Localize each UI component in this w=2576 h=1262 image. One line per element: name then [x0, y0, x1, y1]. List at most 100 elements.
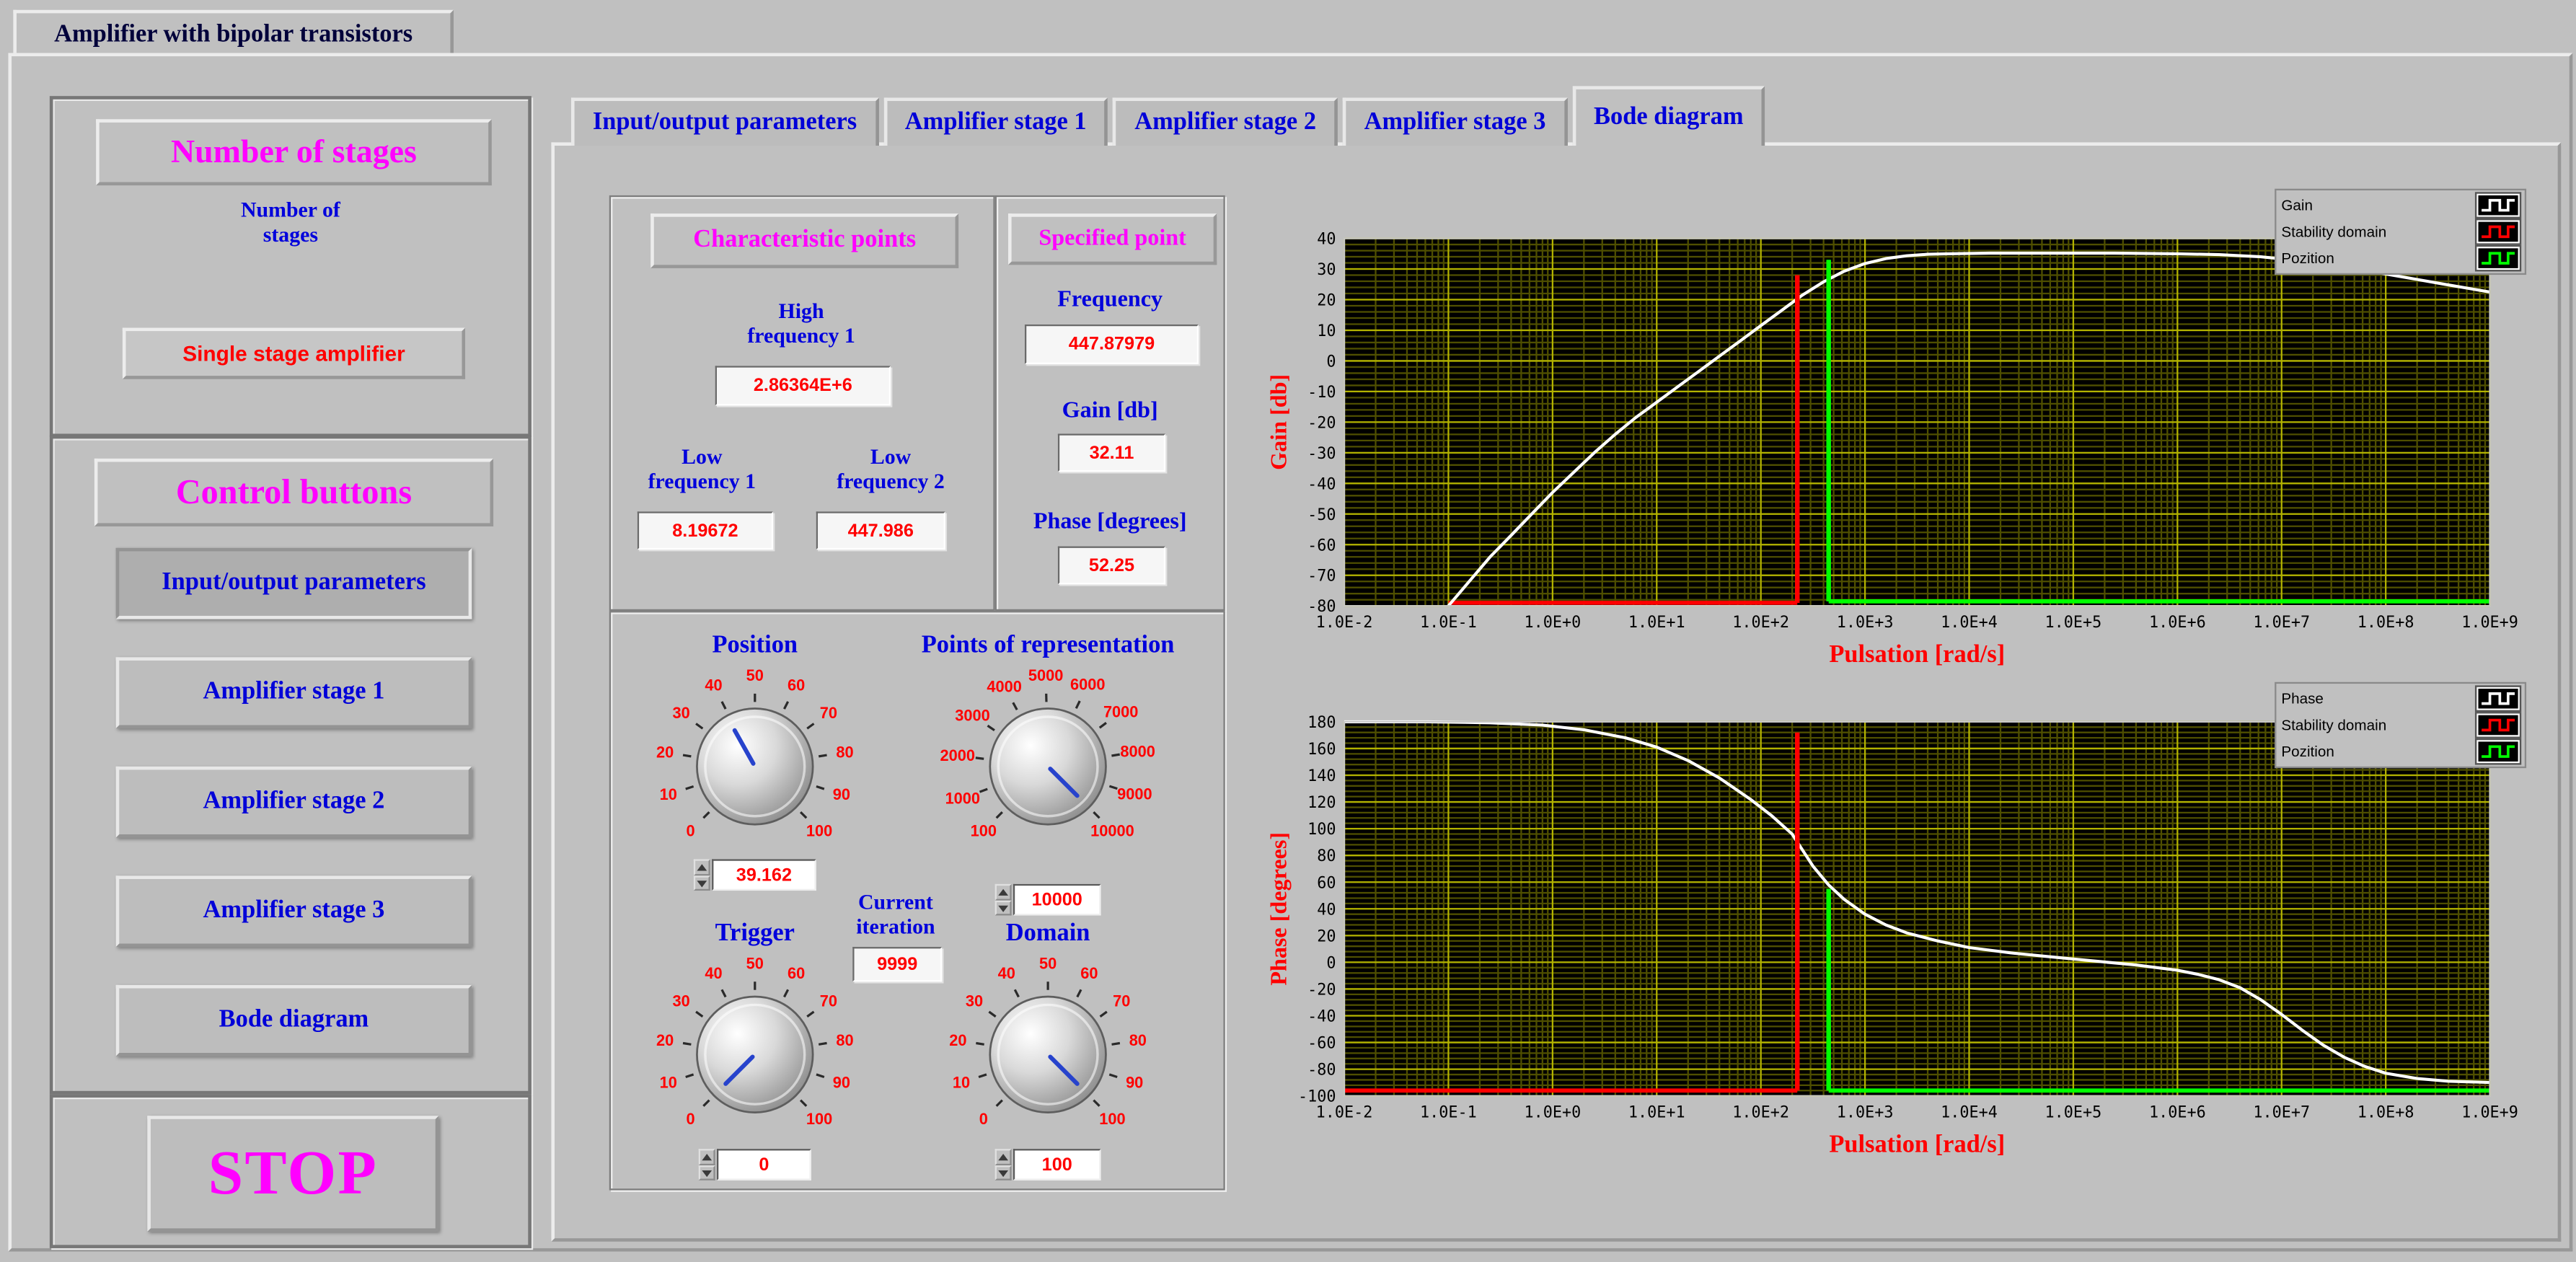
- svg-text:140: 140: [1307, 767, 1336, 785]
- svg-text:180: 180: [1307, 714, 1336, 732]
- svg-text:160: 160: [1307, 741, 1336, 759]
- number-of-stages-label: Number of stages: [240, 197, 340, 247]
- points-spinner[interactable]: [994, 883, 1012, 916]
- legend-item-phase: Phase: [2281, 685, 2522, 712]
- svg-text:1.0E+9: 1.0E+9: [2461, 614, 2518, 632]
- tab-input-output-parameters[interactable]: Input/output parameters: [570, 97, 879, 146]
- stop-button[interactable]: STOP: [147, 1116, 439, 1232]
- phase-chart-xlabel: Pulsation [rad/s]: [1829, 1132, 2006, 1159]
- svg-text:100: 100: [1099, 1110, 1125, 1128]
- points-decrement-icon[interactable]: [994, 899, 1012, 916]
- svg-text:1.0E+2: 1.0E+2: [1732, 1104, 1789, 1122]
- points-of-representation-knob[interactable]: 100 1000 2000 3000 4000 5000 6000 7000 8000 9000 1…: [932, 650, 1163, 882]
- svg-text:1.0E+1: 1.0E+1: [1628, 1104, 1685, 1122]
- phase-degrees-value: 52.25: [1057, 546, 1166, 585]
- svg-text:0: 0: [1326, 954, 1336, 972]
- high-frequency-1-label: High frequency 1: [747, 298, 855, 348]
- svg-text:1.0E+2: 1.0E+2: [1732, 614, 1789, 632]
- svg-text:70: 70: [1113, 992, 1130, 1010]
- gain-chart-legend: Gain Stability domain Pozition: [2275, 188, 2527, 275]
- svg-text:50: 50: [746, 666, 764, 684]
- svg-text:40: 40: [705, 964, 722, 982]
- svg-text:0: 0: [1326, 353, 1336, 371]
- button-bode-diagram[interactable]: Bode diagram: [115, 984, 472, 1056]
- svg-text:80: 80: [1129, 1031, 1147, 1049]
- svg-text:-70: -70: [1307, 568, 1336, 586]
- window-tab[interactable]: Amplifier with bipolar transistors: [13, 9, 454, 60]
- button-amplifier-stage-1[interactable]: Amplifier stage 1: [115, 657, 472, 729]
- svg-text:-50: -50: [1307, 506, 1336, 524]
- svg-text:20: 20: [656, 1031, 674, 1049]
- position-knob[interactable]: 0 10 20 30 40 50 60 70 80 90 100: [639, 650, 870, 882]
- svg-text:80: 80: [1317, 847, 1336, 865]
- svg-text:60: 60: [788, 676, 805, 694]
- svg-text:60: 60: [788, 964, 805, 982]
- svg-text:1.0E-2: 1.0E-2: [1316, 614, 1373, 632]
- svg-text:10: 10: [660, 1074, 677, 1092]
- window-tab-label: Amplifier with bipolar transistors: [54, 20, 413, 48]
- button-amplifier-stage-3[interactable]: Amplifier stage 3: [115, 875, 472, 948]
- svg-text:1.0E+4: 1.0E+4: [1941, 614, 1998, 632]
- domain-knob[interactable]: 0 10 20 30 40 50 60 70 80 90 100: [932, 939, 1163, 1170]
- svg-text:70: 70: [820, 992, 837, 1010]
- svg-text:30: 30: [673, 704, 690, 722]
- svg-text:1.0E+8: 1.0E+8: [2357, 1104, 2414, 1122]
- tab-amplifier-stage-3[interactable]: Amplifier stage 3: [1342, 97, 1568, 146]
- svg-text:1.0E+6: 1.0E+6: [2149, 1104, 2206, 1122]
- trigger-knob[interactable]: 0 10 20 30 40 50 60 70 80 90 100: [639, 939, 870, 1170]
- legend-waveform-icon: [2474, 685, 2522, 712]
- legend-item-pozition: Pozition: [2281, 738, 2522, 765]
- legend-item-pozition: Pozition: [2281, 244, 2522, 272]
- svg-text:-40: -40: [1307, 1008, 1336, 1026]
- svg-text:8000: 8000: [1120, 742, 1155, 760]
- svg-text:-60: -60: [1307, 537, 1336, 555]
- low-frequency-1-label: Low frequency 1: [648, 444, 757, 493]
- svg-text:100: 100: [806, 1110, 832, 1128]
- svg-text:1.0E+3: 1.0E+3: [1837, 1104, 1894, 1122]
- legend-waveform-icon: [2474, 219, 2522, 245]
- stop-button-label: STOP: [208, 1139, 379, 1209]
- tab-amplifier-stage-2[interactable]: Amplifier stage 2: [1113, 97, 1338, 146]
- stop-panel: STOP: [49, 1094, 531, 1248]
- svg-text:1.0E+0: 1.0E+0: [1524, 1104, 1581, 1122]
- points-value-control[interactable]: 10000: [994, 883, 1101, 916]
- points-increment-icon[interactable]: [994, 883, 1012, 900]
- button-input-output-parameters[interactable]: Input/output parameters: [115, 547, 472, 619]
- svg-text:-80: -80: [1307, 1062, 1336, 1080]
- svg-text:40: 40: [1317, 901, 1336, 919]
- svg-text:20: 20: [949, 1031, 966, 1049]
- characteristic-points-panel: Characteristic points High frequency 1 2…: [609, 195, 995, 612]
- svg-text:1.0E+4: 1.0E+4: [1941, 1104, 1998, 1122]
- svg-text:90: 90: [833, 785, 850, 803]
- svg-text:1.0E+5: 1.0E+5: [2045, 614, 2102, 632]
- stage-selector[interactable]: Single stage amplifier: [122, 327, 466, 379]
- svg-text:2000: 2000: [940, 746, 975, 764]
- svg-text:1.0E+9: 1.0E+9: [2461, 1104, 2518, 1122]
- svg-text:9000: 9000: [1117, 785, 1152, 803]
- svg-text:30: 30: [1317, 261, 1336, 279]
- svg-text:100: 100: [1307, 821, 1336, 839]
- gain-chart-xlabel: Pulsation [rad/s]: [1829, 642, 2006, 669]
- svg-text:1.0E-1: 1.0E-1: [1420, 1104, 1477, 1122]
- phase-chart: 180 160 140 120 100 80 60 40 20 0 -20 -40 -60 -80 -100…: [1232, 679, 2556, 1178]
- legend-item-stability-domain: Stability domain: [2281, 712, 2522, 738]
- legend-waveform-icon: [2474, 738, 2522, 765]
- button-amplifier-stage-2[interactable]: Amplifier stage 2: [115, 766, 472, 838]
- svg-text:-30: -30: [1307, 445, 1336, 463]
- svg-text:1.0E+6: 1.0E+6: [2149, 614, 2206, 632]
- svg-text:1.0E+0: 1.0E+0: [1524, 614, 1581, 632]
- tab-amplifier-stage-1[interactable]: Amplifier stage 1: [883, 97, 1108, 146]
- svg-text:60: 60: [1317, 874, 1336, 892]
- stage-selector-value: Single stage amplifier: [182, 340, 405, 366]
- svg-text:100: 100: [806, 821, 832, 839]
- labview-front-panel: Amplifier with bipolar transistors Numbe…: [0, 0, 2576, 1262]
- svg-text:10: 10: [953, 1074, 970, 1092]
- svg-text:1.0E+3: 1.0E+3: [1837, 614, 1894, 632]
- svg-text:20: 20: [656, 743, 674, 761]
- knobs-panel: Position 0 10 20 30 40 50 60 70 80 90 100 39.162 P…: [609, 611, 1225, 1191]
- svg-text:-60: -60: [1307, 1035, 1336, 1053]
- tab-bode-diagram[interactable]: Bode diagram: [1572, 86, 1765, 146]
- svg-text:40: 40: [705, 676, 722, 694]
- legend-item-gain: Gain: [2281, 192, 2522, 219]
- svg-text:100: 100: [971, 821, 997, 839]
